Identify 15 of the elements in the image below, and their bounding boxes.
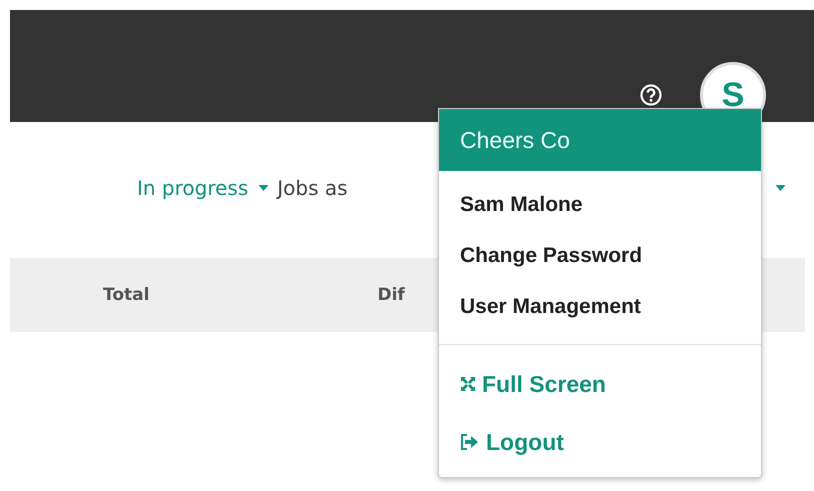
status-dropdown[interactable]: In progress <box>137 176 270 200</box>
column-header: Dif <box>377 285 405 305</box>
help-icon[interactable] <box>640 84 662 106</box>
company-name: Cheers Co <box>439 109 761 171</box>
logout-link[interactable]: Logout <box>439 413 761 471</box>
caret-icon[interactable] <box>775 185 786 191</box>
user-name: Sam Malone <box>459 192 584 218</box>
filter-label: Jobs as <box>277 176 348 200</box>
menu-item[interactable]: Change Password <box>439 230 761 281</box>
column-header: Total <box>103 285 150 305</box>
caret-icon <box>258 185 270 191</box>
logout-icon <box>460 434 480 450</box>
menu-item[interactable]: User Management <box>439 281 761 332</box>
full-screen-link[interactable]: Full Screen <box>439 355 761 413</box>
expand-icon <box>460 376 476 392</box>
